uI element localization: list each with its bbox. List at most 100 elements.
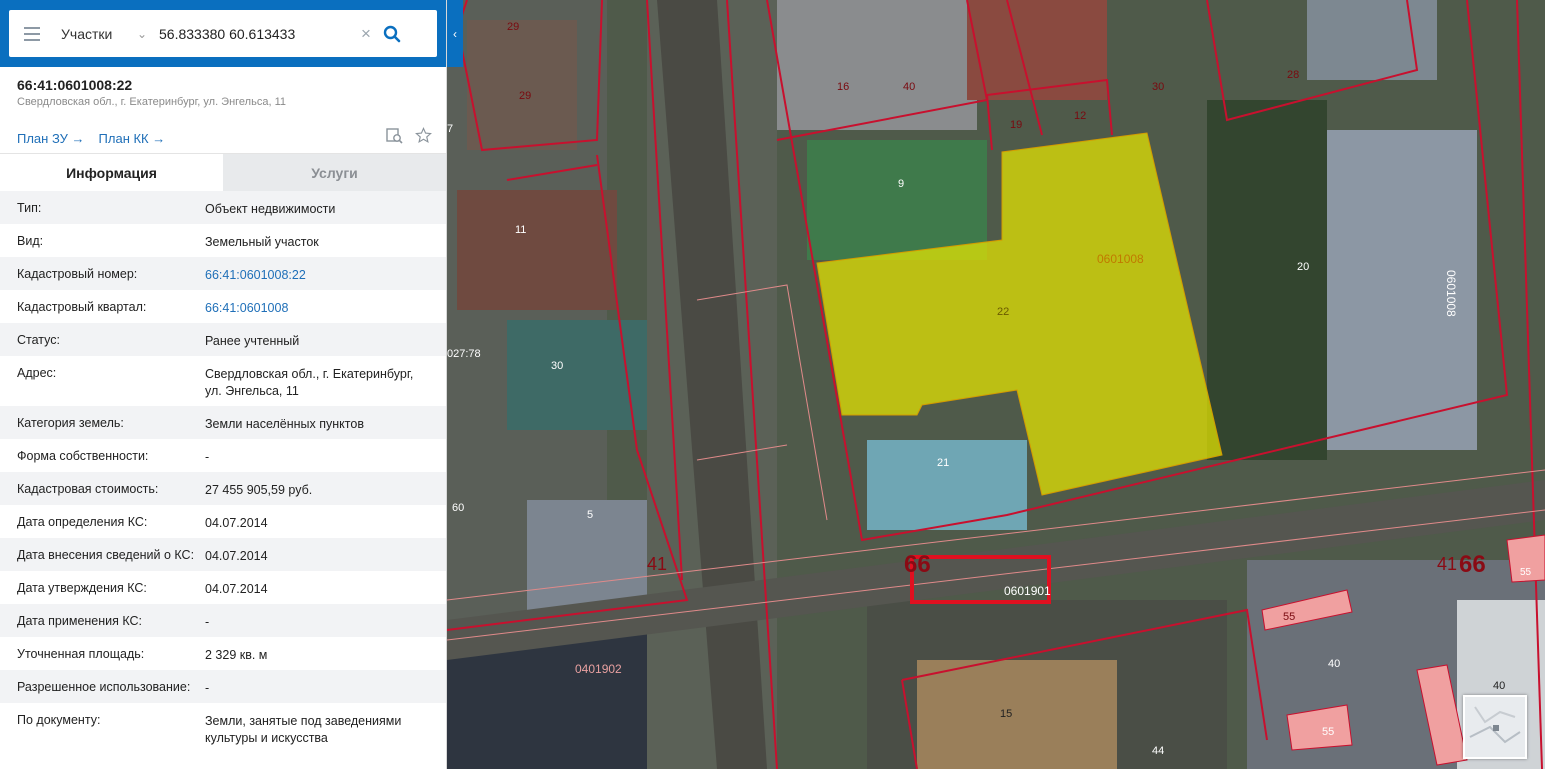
map-view[interactable]: 29 29 16 40 30 28 19 12 9 11 22 20 30 21… xyxy=(447,0,1545,769)
quarter-label: 0601008 xyxy=(1097,252,1144,266)
info-row-label: Категория земель: xyxy=(17,416,124,430)
info-row-label: Разрешенное использование: xyxy=(17,680,191,694)
parcel-label: 027:78 xyxy=(447,348,481,360)
parcel-label: 44 xyxy=(1152,745,1164,757)
info-row-value: 2 329 кв. м xyxy=(205,648,268,662)
info-row-value: Земли населённых пунктов xyxy=(205,417,364,431)
info-row-label: По документу: xyxy=(17,713,101,727)
info-row: Адрес: Свердловская обл., г. Екатеринбург… xyxy=(0,356,446,406)
district-label: 55 xyxy=(1520,567,1532,578)
parcel-label: 9 xyxy=(898,178,904,190)
collapse-panel-button[interactable]: ‹ xyxy=(447,0,463,67)
object-address: Свердловская обл., г. Екатеринбург, ул. … xyxy=(17,96,286,108)
info-row-value: - xyxy=(205,615,210,629)
parcel-label: 19 xyxy=(1010,119,1022,131)
parcel-label: 12 xyxy=(1074,110,1086,122)
info-row: Дата утверждения КС: 04.07.2014 xyxy=(0,571,446,604)
quarter-label: 0401902 xyxy=(575,662,622,676)
clear-icon[interactable]: × xyxy=(355,24,377,44)
info-row-value: Объект недвижимости xyxy=(205,202,336,216)
info-row-label: Уточненная площадь: xyxy=(17,647,145,661)
info-row-value: Свердловская обл., г. Екатеринбург, ул. … xyxy=(205,367,414,398)
parcel-label: 22 xyxy=(997,306,1009,318)
parcel-label: 29 xyxy=(519,90,531,102)
info-row-value: 27 455 905,59 руб. xyxy=(205,483,313,497)
info-row-link[interactable]: 66:41:0601008 xyxy=(205,300,430,323)
parcel-label: 11 xyxy=(515,224,526,236)
info-row: Уточненная площадь: 2 329 кв. м xyxy=(0,637,446,670)
info-row-value: Земельный участок xyxy=(205,235,319,249)
quarter-label: 0601008 xyxy=(1444,270,1458,317)
info-row-value: - xyxy=(205,681,210,695)
info-row-label: Тип: xyxy=(17,201,42,215)
parcel-label: 29 xyxy=(507,21,519,33)
quarter-label: 0601901 xyxy=(1004,584,1051,598)
parcel-label: 55 xyxy=(1322,726,1334,738)
plan-zu-link[interactable]: План ЗУ → xyxy=(17,131,85,146)
district-label: 41 xyxy=(1437,554,1457,574)
info-row-label: Кадастровая стоимость: xyxy=(17,482,159,496)
info-row: Дата внесения сведений о КС: 04.07.2014 xyxy=(0,538,446,571)
info-row: Форма собственности: - xyxy=(0,439,446,472)
layer-select[interactable]: Участки ⌄ xyxy=(55,26,155,42)
info-row: Дата применения КС: - xyxy=(0,604,446,637)
parcel-label: 16 xyxy=(837,81,849,93)
object-cadastral-number: 66:41:0601008:22 xyxy=(17,77,133,93)
info-row: Тип: Объект недвижимости xyxy=(0,191,446,224)
info-table: Тип: Объект недвижимости Вид: Земельный уча… xyxy=(0,191,446,753)
info-row: Разрешенное использование: - xyxy=(0,670,446,703)
info-row-value: 04.07.2014 xyxy=(205,516,268,530)
info-row: Кадастровый номер: 66:41:0601008:22 xyxy=(0,257,446,290)
parcel-label: 40 xyxy=(1328,658,1340,670)
info-row-label: Дата внесения сведений о КС: xyxy=(17,548,195,562)
info-row-label: Дата применения КС: xyxy=(17,614,143,628)
district-label: 66 xyxy=(1459,551,1486,578)
info-row-label: Кадастровый квартал: xyxy=(17,300,147,314)
info-row-value: - xyxy=(205,450,210,464)
tabs: Информация Услуги xyxy=(0,153,446,191)
map-canvas[interactable]: 29 29 16 40 30 28 19 12 9 11 22 20 30 21… xyxy=(447,0,1545,769)
parcel-label: 7 xyxy=(447,123,453,135)
search-box: Участки ⌄ × xyxy=(9,10,437,57)
district-label: 66 xyxy=(904,551,931,578)
parcel-label: 40 xyxy=(903,81,915,93)
tab-information[interactable]: Информация xyxy=(0,154,223,191)
search-input[interactable] xyxy=(155,25,355,42)
chevron-down-icon: ⌄ xyxy=(136,26,147,41)
plan-kk-link[interactable]: План КК → xyxy=(99,131,166,146)
menu-icon[interactable] xyxy=(9,10,55,57)
info-row-label: Форма собственности: xyxy=(17,449,149,463)
tab-services[interactable]: Услуги xyxy=(223,154,446,191)
star-icon[interactable] xyxy=(415,127,432,149)
info-row-value: Земли, занятые под заведениями культуры … xyxy=(205,714,402,745)
info-row: По документу: Земли, занятые под заведени… xyxy=(0,703,446,753)
search-icon[interactable] xyxy=(377,19,407,49)
info-row-label: Дата утверждения КС: xyxy=(17,581,147,595)
info-row: Кадастровый квартал: 66:41:0601008 xyxy=(0,290,446,323)
info-row-value: 04.07.2014 xyxy=(205,582,268,596)
info-row: Кадастровая стоимость: 27 455 905,59 руб. xyxy=(0,472,446,505)
info-row: Статус: Ранее учтенный xyxy=(0,323,446,356)
info-panel: Участки ⌄ × 66:41:0601008:22 Свердловска… xyxy=(0,0,447,769)
parcel-label: 30 xyxy=(551,360,563,372)
search-in-list-icon[interactable] xyxy=(386,127,403,149)
parcel-label: 20 xyxy=(1297,261,1309,273)
info-row-label: Статус: xyxy=(17,333,60,347)
info-row-link[interactable]: 66:41:0601008:22 xyxy=(205,267,430,290)
info-row-label: Адрес: xyxy=(17,366,57,380)
parcel-label: 55 xyxy=(1283,611,1295,623)
parcel-label: 60 xyxy=(452,502,464,514)
chevron-left-icon: ‹ xyxy=(453,26,457,41)
parcel-label: 21 xyxy=(937,457,949,469)
object-header: 66:41:0601008:22 Свердловская обл., г. Е… xyxy=(0,67,446,153)
info-row-label: Дата определения КС: xyxy=(17,515,148,529)
parcel-label: 15 xyxy=(1000,708,1012,720)
parcel-label: 5 xyxy=(587,509,593,521)
parcel-label: 28 xyxy=(1287,69,1299,81)
info-row-value: 04.07.2014 xyxy=(205,549,268,563)
district-label: 41 xyxy=(647,554,667,574)
minimap[interactable] xyxy=(1463,695,1527,759)
info-row: Категория земель: Земли населённых пункто… xyxy=(0,406,446,439)
info-row: Вид: Земельный участок xyxy=(0,224,446,257)
parcel-label: 30 xyxy=(1152,81,1164,93)
